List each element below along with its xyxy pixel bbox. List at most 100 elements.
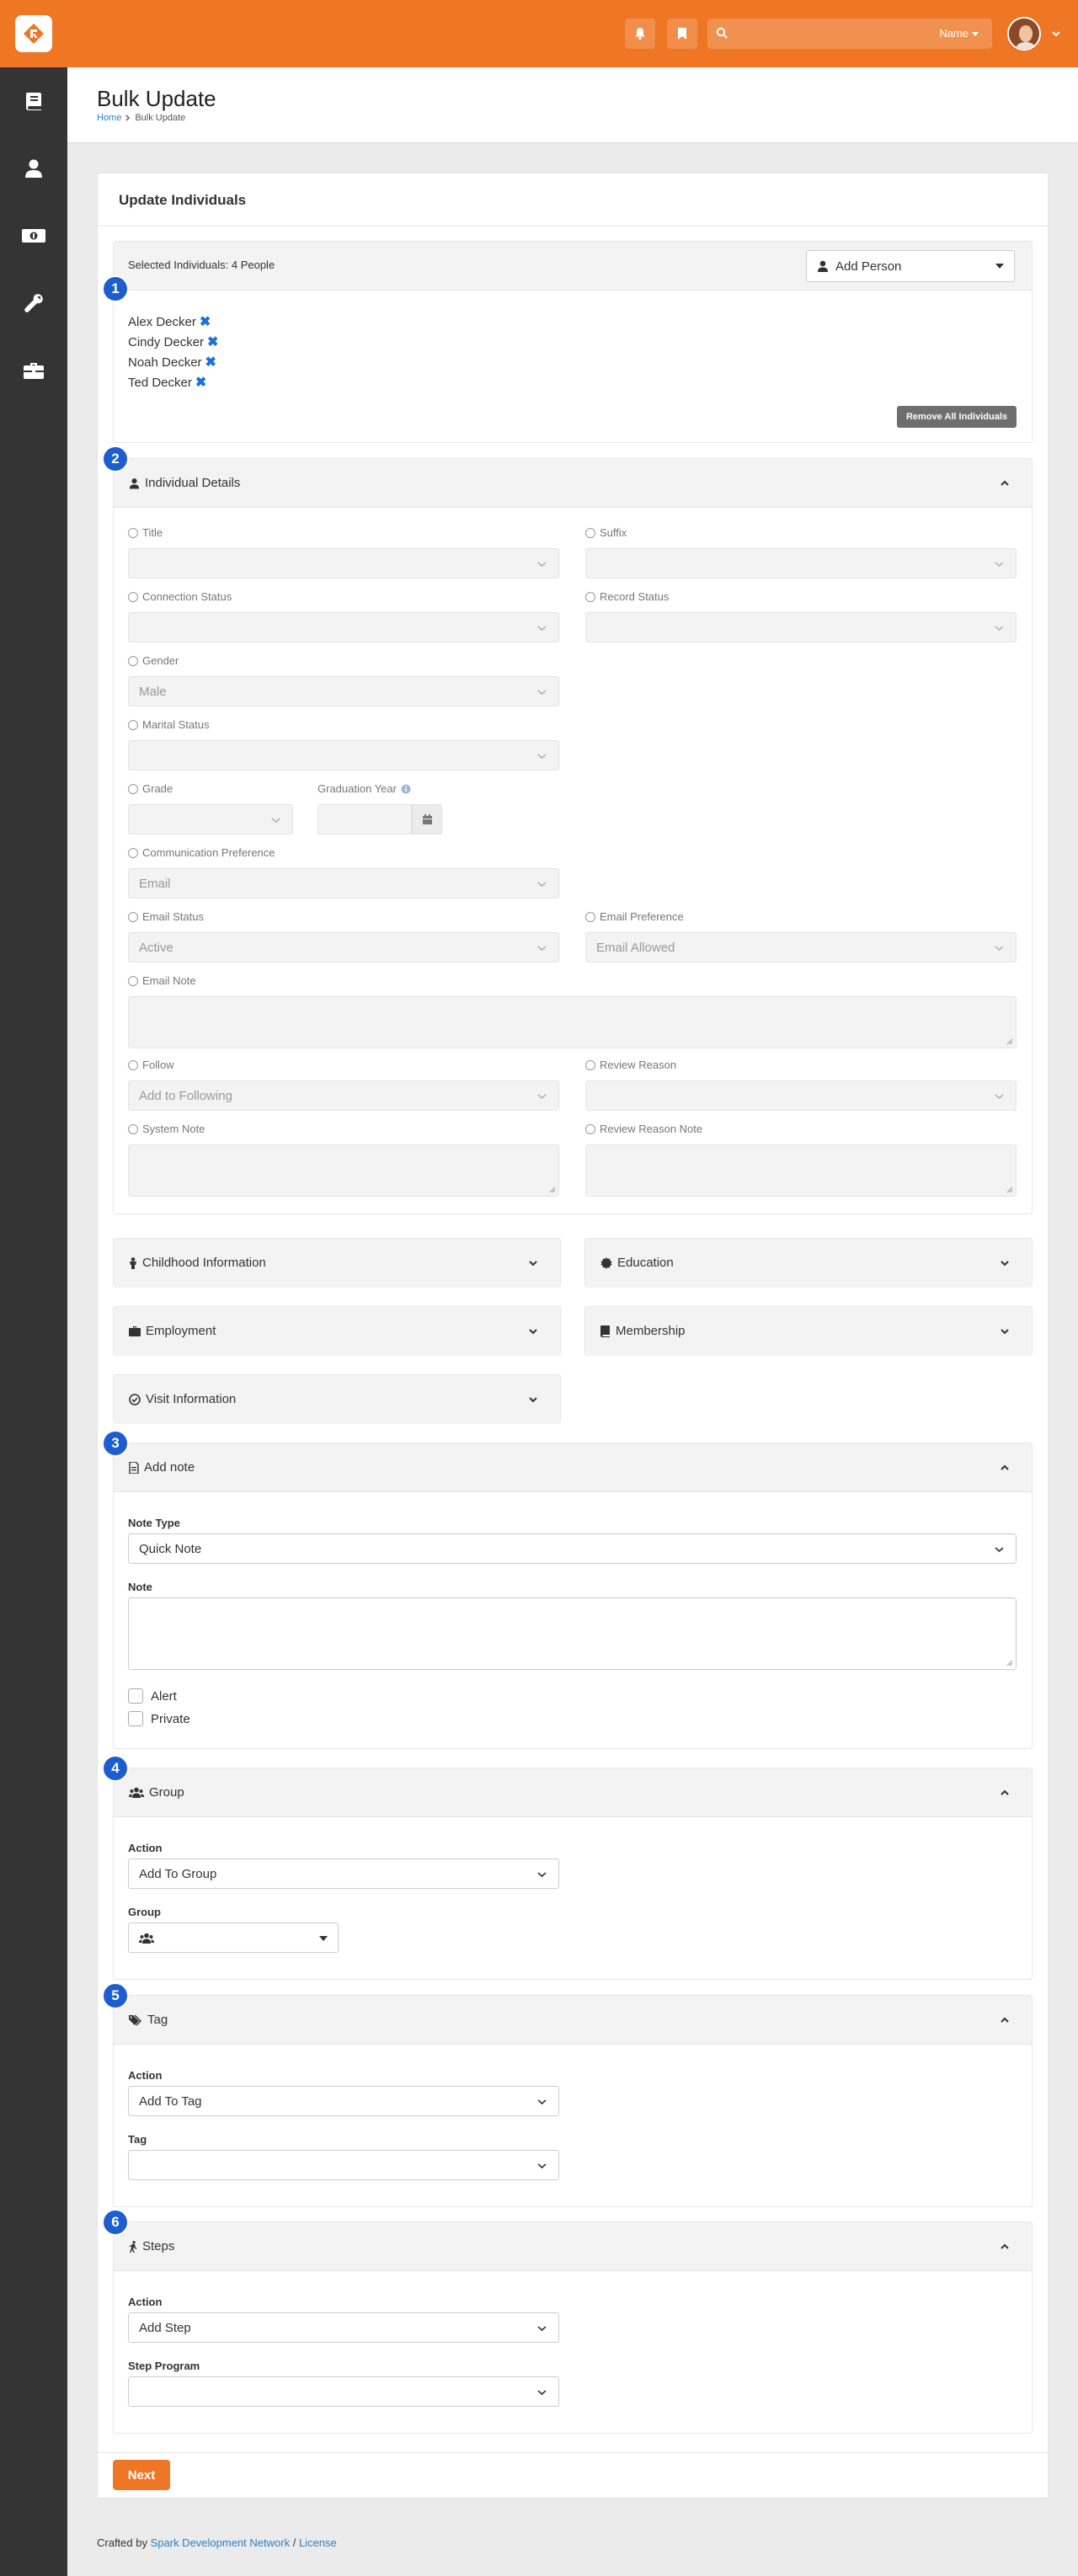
- radio-button[interactable]: [585, 1123, 595, 1134]
- sidebar-item-admin-tools[interactable]: [0, 269, 67, 337]
- add-person-button[interactable]: Add Person: [806, 250, 1015, 282]
- radio-button[interactable]: [128, 1123, 138, 1134]
- search-input[interactable]: Name: [707, 19, 992, 49]
- group-picker[interactable]: [128, 1923, 339, 1953]
- remove-all-individuals-button[interactable]: Remove All Individuals: [897, 406, 1017, 428]
- section-header[interactable]: Membership: [585, 1307, 1032, 1356]
- note-textarea[interactable]: [128, 1597, 1017, 1670]
- chevron-up-icon[interactable]: [1000, 1464, 1010, 1472]
- section-header[interactable]: Visit Information: [114, 1375, 560, 1424]
- radio-button[interactable]: [128, 847, 138, 858]
- group-action-select[interactable]: Add To Group: [128, 1859, 559, 1889]
- system-note-textarea[interactable]: [128, 1144, 559, 1197]
- education-section[interactable]: Education: [584, 1238, 1033, 1288]
- suffix-field-label[interactable]: Suffix: [585, 526, 627, 539]
- email-status-field-label[interactable]: Email Status: [128, 910, 204, 923]
- record-status-field-label[interactable]: Record Status: [585, 590, 669, 603]
- radio-button[interactable]: [128, 655, 138, 666]
- resize-handle-icon[interactable]: [1006, 1038, 1013, 1045]
- communication-preference-field-label[interactable]: Communication Preference: [128, 846, 275, 859]
- email-note-field-label[interactable]: Email Note: [128, 974, 196, 987]
- email-preference-select[interactable]: Email Allowed: [585, 932, 1017, 963]
- email-status-select[interactable]: Active: [128, 932, 559, 963]
- chevron-down-icon[interactable]: [1000, 1259, 1010, 1267]
- remove-person-icon[interactable]: ✖: [205, 355, 216, 370]
- review-reason-note-field-label[interactable]: Review Reason Note: [585, 1123, 702, 1135]
- remove-person-icon[interactable]: ✖: [195, 376, 206, 390]
- radio-button[interactable]: [585, 591, 595, 602]
- sidebar-item-jobs[interactable]: [0, 337, 67, 404]
- title-field-label[interactable]: Title: [128, 526, 163, 539]
- chevron-down-icon[interactable]: [528, 1259, 538, 1267]
- private-label[interactable]: Private: [151, 1712, 190, 1726]
- tag-select[interactable]: [128, 2150, 559, 2180]
- sidebar-item-book[interactable]: [0, 67, 67, 135]
- chevron-down-icon[interactable]: [1051, 29, 1061, 39]
- license-link[interactable]: License: [299, 2536, 337, 2549]
- radio-button[interactable]: [585, 527, 595, 538]
- radio-button[interactable]: [128, 591, 138, 602]
- radio-button[interactable]: [128, 911, 138, 922]
- marital-status-field-label[interactable]: Marital Status: [128, 718, 209, 731]
- alert-checkbox[interactable]: [128, 1688, 143, 1704]
- section-header[interactable]: Employment: [114, 1307, 560, 1356]
- record-status-select[interactable]: [585, 612, 1017, 643]
- visit-information-section[interactable]: Visit Information: [113, 1374, 561, 1424]
- step-program-select[interactable]: [128, 2376, 559, 2407]
- steps-header[interactable]: Steps: [114, 2222, 1032, 2271]
- gender-field-label[interactable]: Gender: [128, 654, 179, 667]
- next-button[interactable]: Next: [113, 2460, 170, 2490]
- remove-person-icon[interactable]: ✖: [200, 315, 211, 329]
- radio-button[interactable]: [585, 911, 595, 922]
- group-header[interactable]: Group: [114, 1768, 1032, 1817]
- notifications-button[interactable]: [625, 19, 655, 49]
- resize-handle-icon[interactable]: [1006, 1187, 1013, 1193]
- private-checkbox[interactable]: [128, 1711, 143, 1726]
- review-reason-field-label[interactable]: Review Reason: [585, 1059, 676, 1071]
- spark-network-link[interactable]: Spark Development Network: [151, 2536, 290, 2549]
- rock-logo[interactable]: [15, 15, 52, 52]
- email-preference-field-label[interactable]: Email Preference: [585, 910, 684, 923]
- calendar-button[interactable]: [412, 804, 442, 835]
- resize-handle-icon[interactable]: [549, 1187, 556, 1193]
- chevron-up-icon[interactable]: [1000, 2243, 1010, 2251]
- bookmarks-button[interactable]: [667, 19, 697, 49]
- search-filter-label[interactable]: Name: [939, 27, 969, 40]
- follow-select[interactable]: Add to Following: [128, 1080, 559, 1111]
- radio-button[interactable]: [128, 527, 138, 538]
- breadcrumb-home-link[interactable]: Home: [97, 113, 121, 123]
- title-select[interactable]: [128, 548, 559, 579]
- individual-details-header[interactable]: Individual Details: [114, 459, 1032, 508]
- section-header[interactable]: Education: [585, 1239, 1032, 1288]
- tag-header[interactable]: Tag: [114, 1996, 1032, 2045]
- radio-button[interactable]: [128, 719, 138, 730]
- email-note-textarea[interactable]: [128, 996, 1017, 1048]
- resize-handle-icon[interactable]: [1006, 1660, 1013, 1667]
- sidebar-item-people[interactable]: [0, 135, 67, 202]
- chevron-down-icon[interactable]: [1000, 1327, 1010, 1336]
- info-icon[interactable]: [401, 784, 411, 794]
- radio-button[interactable]: [585, 1059, 595, 1070]
- section-header[interactable]: Childhood Information: [114, 1239, 560, 1288]
- follow-field-label[interactable]: Follow: [128, 1059, 174, 1071]
- tag-action-select[interactable]: Add To Tag: [128, 2086, 559, 2116]
- marital-status-select[interactable]: [128, 740, 559, 771]
- grade-field-label[interactable]: Grade: [128, 782, 173, 795]
- chevron-up-icon[interactable]: [1000, 1789, 1010, 1797]
- system-note-field-label[interactable]: System Note: [128, 1123, 205, 1135]
- radio-button[interactable]: [128, 1059, 138, 1070]
- grade-select[interactable]: [128, 804, 293, 835]
- connection-status-field-label[interactable]: Connection Status: [128, 590, 232, 603]
- suffix-select[interactable]: [585, 548, 1017, 579]
- chevron-up-icon[interactable]: [1000, 2016, 1010, 2024]
- chevron-up-icon[interactable]: [1000, 479, 1010, 488]
- connection-status-select[interactable]: [128, 612, 559, 643]
- radio-button[interactable]: [128, 783, 138, 794]
- radio-button[interactable]: [128, 975, 138, 986]
- communication-preference-select[interactable]: Email: [128, 868, 559, 899]
- childhood-information-section[interactable]: Childhood Information: [113, 1238, 561, 1288]
- review-reason-note-textarea[interactable]: [585, 1144, 1017, 1197]
- sidebar-item-finance[interactable]: [0, 202, 67, 269]
- add-note-header[interactable]: Add note: [114, 1443, 1032, 1492]
- chevron-down-icon[interactable]: [528, 1395, 538, 1404]
